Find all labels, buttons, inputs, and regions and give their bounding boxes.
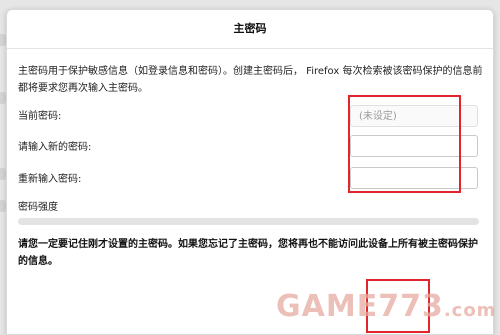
watermark-logo: GAME773.com [276, 289, 496, 324]
new-password-label: 请输入新的密码: [18, 142, 92, 153]
annotation-box-inputs [348, 95, 461, 193]
confirm-password-label: 重新输入密码: [18, 174, 82, 185]
dialog-title: 主密码 [233, 22, 267, 35]
watermark-suffix: .com [443, 300, 497, 321]
watermark-text: GAME773 [276, 289, 444, 324]
current-password-label: 当前密码: [18, 111, 62, 122]
title-divider [7, 48, 493, 49]
password-strength-label: 密码强度 [18, 202, 58, 213]
dialog-description: 主密码用于保护敏感信息（如登录信息和密码）。创建主密码后， Firefox 每次… [18, 66, 483, 94]
password-strength-meter [18, 218, 479, 225]
warning-text: 请您一定要记住刚才设置的主密码。如果您忘记了主密码，您将再也不能访问此设备上所有… [18, 239, 478, 267]
